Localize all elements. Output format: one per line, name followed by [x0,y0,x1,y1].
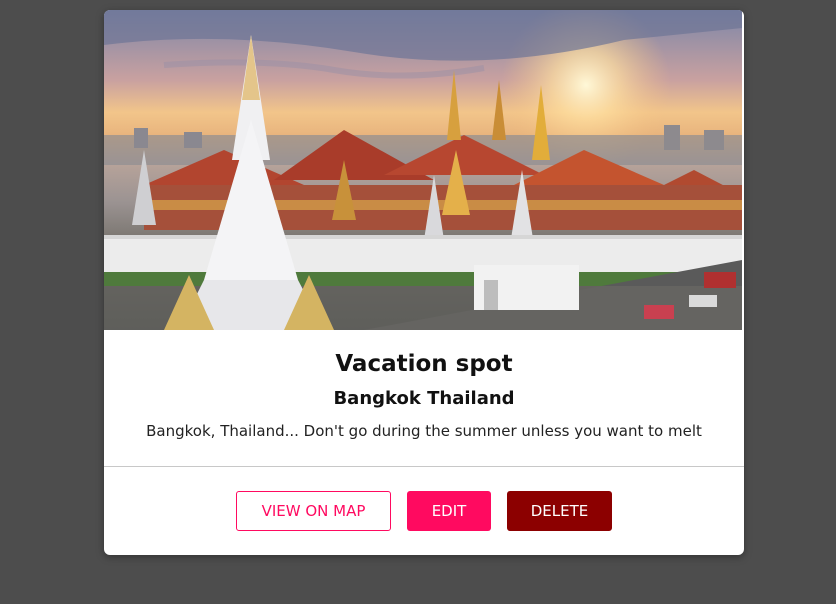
edit-button[interactable]: EDIT [407,491,491,531]
place-title: Vacation spot [335,351,513,377]
place-card: Vacation spot Bangkok Thailand Bangkok, … [104,10,744,555]
card-actions: VIEW ON MAP EDIT DELETE [104,467,744,531]
card-content: Vacation spot Bangkok Thailand Bangkok, … [104,330,744,466]
place-image [104,10,742,330]
delete-button[interactable]: DELETE [507,491,612,531]
place-description: Bangkok, Thailand... Don't go during the… [146,422,702,440]
temple-illustration [104,10,742,330]
view-on-map-button[interactable]: VIEW ON MAP [236,491,391,531]
place-location: Bangkok Thailand [333,388,515,409]
